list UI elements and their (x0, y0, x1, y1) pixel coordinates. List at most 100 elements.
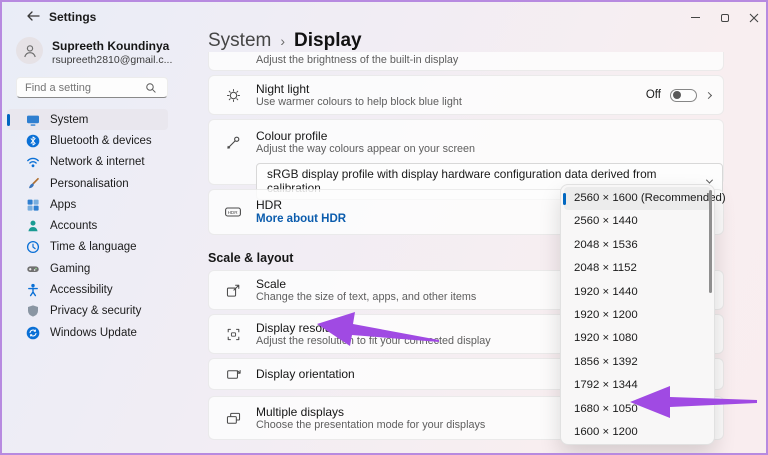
resolution-option-2048x1152[interactable]: 2048 × 1152 (564, 257, 711, 280)
sidebar-item-network-internet[interactable]: Network & internet (7, 152, 168, 173)
network-icon (26, 155, 40, 169)
multiple-displays-subtitle: Choose the presentation mode for your di… (256, 419, 485, 432)
sidebar-item-label: Privacy & security (50, 305, 141, 317)
resolution-dropdown: 2560 × 1600 (Recommended) 2560 × 1440 20… (560, 184, 715, 445)
sidebar-item-label: Accounts (50, 220, 97, 232)
svg-text:HDR: HDR (228, 210, 239, 215)
page-title: Display (294, 30, 362, 52)
maximize-icon (721, 14, 729, 22)
apps-icon (26, 198, 40, 212)
sidebar-item-system[interactable]: System (7, 109, 168, 130)
close-button[interactable] (747, 12, 760, 23)
display-orientation-icon (224, 366, 242, 383)
sidebar-item-windows-update[interactable]: Windows Update (7, 322, 168, 343)
resolution-option-1792x1344[interactable]: 1792 × 1344 (564, 374, 711, 397)
time-language-icon (26, 240, 40, 254)
resolution-option-1856x1392[interactable]: 1856 × 1392 (564, 351, 711, 374)
sidebar-item-time-language[interactable]: Time & language (7, 237, 168, 258)
night-light-subtitle: Use warmer colours to help block blue li… (256, 96, 462, 109)
resolution-option-2048x1536[interactable]: 2048 × 1536 (564, 234, 711, 257)
sidebar-item-label: System (50, 114, 88, 126)
sidebar-item-apps[interactable]: Apps (7, 194, 168, 215)
sidebar-item-label: Time & language (50, 241, 137, 253)
hdr-more-link[interactable]: More about HDR (256, 212, 346, 227)
resolution-option-1920x1200[interactable]: 1920 × 1200 (564, 304, 711, 327)
display-resolution-icon (224, 326, 242, 343)
display-resolution-subtitle: Adjust the resolution to fit your connec… (256, 335, 491, 348)
sidebar-item-label: Apps (50, 199, 76, 211)
sidebar-item-label: Bluetooth & devices (50, 135, 152, 147)
scale-title: Scale (256, 277, 476, 291)
close-icon (749, 13, 759, 23)
colour-profile-title: Colour profile (256, 129, 475, 143)
resolution-option-1600x1200[interactable]: 1600 × 1200 (564, 421, 711, 444)
resolution-option-2560x1600[interactable]: 2560 × 1600 (Recommended) (564, 187, 711, 210)
minimize-button[interactable] (689, 12, 702, 23)
chevron-down-icon (706, 176, 713, 183)
accessibility-icon (26, 283, 40, 297)
night-light-state: Off (646, 89, 661, 101)
sidebar-item-accessibility[interactable]: Accessibility (7, 279, 168, 300)
brightness-card-partial[interactable]: Adjust the brightness of the built-in di… (208, 52, 724, 71)
colour-profile-subtitle: Adjust the way colours appear on your sc… (256, 143, 475, 156)
back-button[interactable] (26, 10, 40, 22)
toggle-knob (673, 91, 681, 99)
sidebar-item-gaming[interactable]: Gaming (7, 258, 168, 279)
accounts-icon (26, 219, 40, 233)
sidebar-item-label: Network & internet (50, 156, 145, 168)
night-light-title: Night light (256, 82, 462, 96)
breadcrumb: System › Display (208, 30, 362, 52)
resolution-option-1920x1080[interactable]: 1920 × 1080 (564, 327, 711, 350)
sidebar-item-accounts[interactable]: Accounts (7, 215, 168, 236)
resolution-option-1680x1050[interactable]: 1680 × 1050 (564, 398, 711, 421)
display-resolution-title: Display resolution (256, 321, 491, 335)
brightness-subtitle: Adjust the brightness of the built-in di… (256, 54, 458, 67)
sidebar-item-label: Windows Update (50, 327, 137, 339)
night-light-row[interactable]: Night light Use warmer colours to help b… (208, 75, 724, 115)
user-email: rsupreeth2810@gmail.c... (52, 54, 172, 66)
personalisation-icon (26, 177, 40, 191)
gaming-icon (26, 262, 40, 276)
display-orientation-title: Display orientation (256, 367, 355, 381)
scale-subtitle: Change the size of text, apps, and other… (256, 291, 476, 304)
sidebar-nav: System Bluetooth & devices Network & int… (7, 109, 168, 343)
resolution-option-2560x1440[interactable]: 2560 × 1440 (564, 210, 711, 233)
resolution-option-1920x1440[interactable]: 1920 × 1440 (564, 281, 711, 304)
scale-icon (224, 282, 242, 299)
night-light-icon (224, 87, 242, 104)
settings-window: Settings Supreeth Koundinya rsupreeth281… (0, 0, 768, 455)
search-icon (145, 82, 157, 94)
hdr-icon: HDR (224, 203, 242, 221)
sidebar-item-privacy-security[interactable]: Privacy & security (7, 301, 168, 322)
sidebar-item-bluetooth-devices[interactable]: Bluetooth & devices (7, 130, 168, 151)
sidebar-item-label: Accessibility (50, 284, 113, 296)
hdr-title: HDR (256, 198, 346, 212)
titlebar: Settings (2, 2, 766, 30)
maximize-button[interactable] (718, 12, 731, 23)
avatar[interactable] (16, 37, 43, 64)
colour-profile-icon (224, 134, 242, 156)
dropdown-scrollbar[interactable] (709, 190, 712, 293)
multiple-displays-icon (224, 410, 242, 427)
bluetooth-icon (26, 134, 40, 148)
section-header-scale-layout: Scale & layout (208, 251, 293, 265)
privacy-shield-icon (26, 304, 40, 318)
breadcrumb-parent[interactable]: System (208, 30, 271, 52)
user-name: Supreeth Koundinya (52, 39, 169, 53)
chevron-right-icon[interactable] (705, 91, 712, 98)
system-icon (26, 113, 40, 127)
night-light-toggle[interactable] (670, 89, 697, 102)
back-arrow-icon (26, 10, 40, 22)
sidebar-item-personalisation[interactable]: Personalisation (7, 173, 168, 194)
breadcrumb-separator: › (280, 33, 285, 49)
minimize-icon (691, 17, 700, 18)
search-input[interactable] (17, 82, 145, 94)
person-icon (22, 43, 38, 59)
colour-profile-row[interactable]: Colour profile Adjust the way colours ap… (208, 119, 724, 185)
sidebar-item-label: Personalisation (50, 178, 129, 190)
multiple-displays-title: Multiple displays (256, 405, 485, 419)
window-title: Settings (49, 10, 96, 24)
search-box[interactable] (16, 77, 168, 98)
windows-update-icon (26, 326, 40, 340)
sidebar-item-label: Gaming (50, 263, 90, 275)
